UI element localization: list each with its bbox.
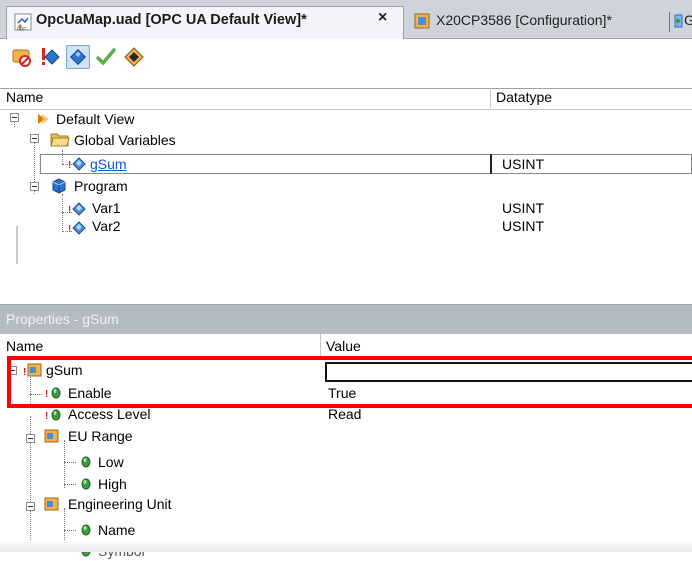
remove-mapping-icon — [12, 49, 31, 67]
collapse-expander[interactable] — [30, 182, 39, 191]
tab-label: OpcUaMap.uad [OPC UA Default View]* — [36, 12, 307, 28]
ref-marker-icon: ! — [68, 205, 72, 216]
datatype-cell: USINT — [502, 200, 544, 216]
tree-item-program[interactable]: Program — [74, 178, 128, 194]
properties-title: Properties - gSum — [6, 311, 119, 327]
tree-column-header — [0, 88, 692, 110]
collapse-expander[interactable] — [10, 113, 19, 122]
property-dot-icon — [80, 455, 92, 472]
tree-item-gsum[interactable]: gSum — [90, 156, 127, 172]
property-dot-icon — [80, 523, 92, 540]
property-group-icon — [44, 428, 60, 447]
property-group-icon — [44, 496, 60, 515]
column-datatype-header[interactable]: Datatype — [496, 89, 552, 105]
tab-separator — [669, 12, 670, 32]
tree-line — [64, 484, 76, 485]
variable-icon — [72, 221, 86, 238]
tree-item-var1[interactable]: Var1 — [92, 200, 121, 216]
diamond-build-button[interactable] — [122, 45, 146, 69]
editor-toolbar — [8, 42, 688, 74]
view-icon — [36, 111, 52, 130]
selected-row-outline — [40, 154, 692, 174]
program-cube-icon — [50, 177, 68, 198]
tree-line — [62, 194, 63, 232]
column-name-header[interactable]: Name — [6, 338, 43, 354]
disable-node-icon — [42, 48, 60, 65]
prop-item-high[interactable]: High — [98, 476, 127, 492]
column-name-header[interactable]: Name — [6, 89, 43, 105]
checkmark-icon — [96, 48, 116, 66]
enable-node-button[interactable] — [66, 45, 90, 69]
column-divider[interactable] — [320, 334, 321, 358]
datatype-cell: USINT — [502, 218, 544, 234]
column-value-header[interactable]: Value — [326, 338, 361, 354]
collapse-expander[interactable] — [26, 502, 35, 511]
enable-node-icon — [70, 49, 86, 65]
property-dot-icon — [80, 477, 92, 494]
tree-item-global-variables[interactable]: Global Variables — [74, 132, 176, 148]
tree-item-default-view[interactable]: Default View — [56, 111, 134, 127]
highlight-annotation — [7, 356, 692, 408]
ref-marker-icon: ! — [45, 411, 49, 422]
tree-line — [64, 440, 65, 488]
tab-configuration[interactable]: X20CP3586 [Configuration]* — [436, 12, 612, 28]
disable-node-button[interactable] — [38, 45, 62, 69]
ref-marker-icon: ! — [68, 224, 72, 235]
property-dot-icon — [50, 408, 62, 425]
prop-item-engineering-unit[interactable]: Engineering Unit — [68, 496, 172, 512]
column-divider — [490, 154, 492, 174]
prop-item-access-level[interactable]: Access Level — [68, 406, 150, 422]
tree-line — [64, 462, 76, 463]
remove-mapping-button[interactable] — [10, 45, 34, 69]
close-tab-icon[interactable]: × — [378, 9, 387, 27]
prop-item-name[interactable]: Name — [98, 522, 135, 538]
svg-text:opc: opc — [17, 26, 26, 31]
tree-line — [64, 530, 76, 531]
configuration-icon — [414, 12, 432, 30]
checkmark-button[interactable] — [94, 45, 118, 69]
variable-icon — [72, 157, 86, 174]
tree-item-var2[interactable]: Var2 — [92, 218, 121, 234]
column-divider[interactable] — [490, 88, 491, 108]
ref-marker-icon: ! — [68, 160, 72, 171]
opc-document-icon: opc — [14, 13, 32, 32]
prop-item-eu-range[interactable]: EU Range — [68, 428, 133, 444]
variable-icon — [72, 202, 86, 219]
collapse-expander[interactable] — [30, 134, 39, 143]
prop-item-low[interactable]: Low — [98, 454, 124, 470]
tab-overflow[interactable]: G — [684, 12, 692, 28]
diamond-build-icon — [124, 47, 144, 67]
folder-icon — [50, 130, 70, 151]
panel-bottom-fade — [0, 540, 692, 552]
datatype-cell: USINT — [502, 156, 544, 172]
tree-scroll-edge — [16, 226, 18, 264]
prop-value-access-level[interactable]: Read — [328, 406, 361, 422]
collapse-expander[interactable] — [26, 434, 35, 443]
